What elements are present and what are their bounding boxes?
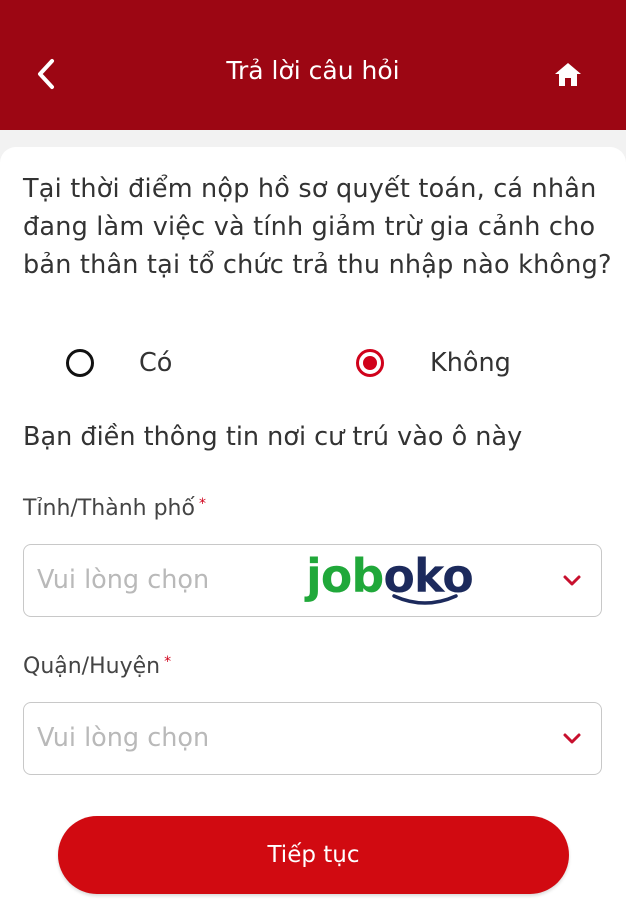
radio-option-no[interactable]: Không	[356, 345, 511, 381]
district-placeholder: Vui lòng chọn	[37, 723, 210, 753]
required-mark: *	[164, 654, 172, 670]
radio-option-yes[interactable]: Có	[66, 345, 172, 381]
required-mark: *	[198, 496, 206, 512]
province-placeholder: Vui lòng chọn	[37, 565, 210, 595]
radio-dot	[363, 356, 377, 370]
continue-button[interactable]: Tiếp tục	[58, 816, 569, 894]
home-button[interactable]	[548, 56, 588, 92]
radio-label-yes: Có	[139, 348, 173, 378]
district-label-text: Quận/Huyện	[23, 654, 161, 679]
question-text: Tại thời điểm nộp hồ sơ quyết toán, cá n…	[23, 174, 612, 280]
chevron-down-icon	[563, 733, 581, 744]
residence-hint: Bạn điền thông tin nơi cư trú vào ô này	[23, 422, 523, 452]
app-header: Trả lời câu hỏi	[0, 0, 626, 130]
page-title: Trả lời câu hỏi	[226, 56, 400, 85]
district-select[interactable]: Vui lòng chọn	[23, 702, 602, 775]
province-label: Tỉnh/Thành phố *	[23, 496, 206, 521]
radio-unchecked-icon[interactable]	[66, 349, 94, 377]
home-icon	[555, 63, 581, 86]
joboko-watermark-logo: joboko	[306, 549, 474, 612]
province-label-text: Tỉnh/Thành phố	[23, 496, 195, 521]
radio-checked-icon[interactable]	[356, 349, 384, 377]
radio-label-no: Không	[430, 348, 511, 378]
chevron-down-icon	[563, 575, 581, 586]
logo-text-green: job	[306, 549, 384, 603]
district-label: Quận/Huyện *	[23, 654, 171, 679]
smile-arc-icon	[392, 594, 458, 605]
